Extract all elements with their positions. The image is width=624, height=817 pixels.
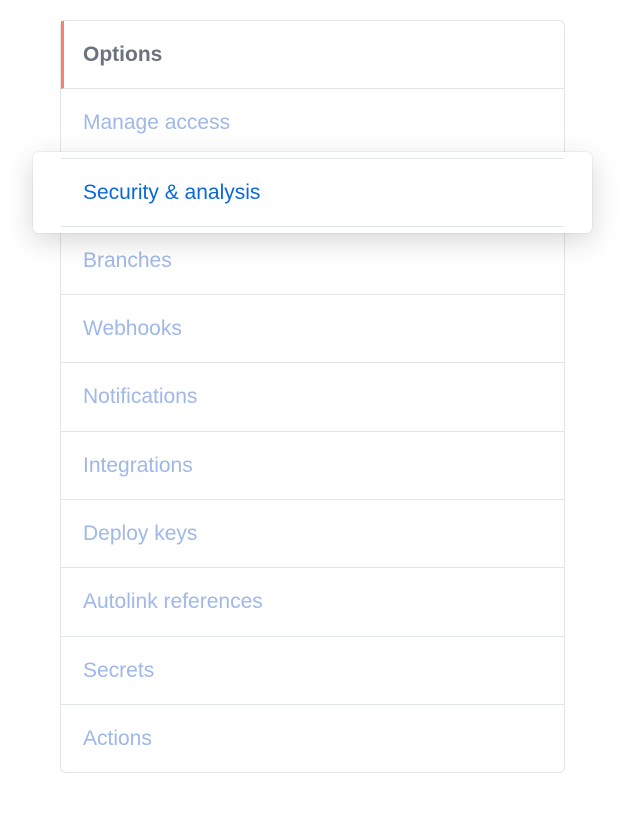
sidebar-item-manage-access[interactable]: Manage access	[61, 89, 564, 157]
sidebar-item-label: Manage access	[83, 111, 230, 134]
sidebar-item-label: Branches	[83, 249, 172, 272]
sidebar-item-security-analysis[interactable]: Security & analysis	[61, 158, 564, 227]
sidebar-item-label: Deploy keys	[83, 522, 197, 545]
sidebar-item-label: Actions	[83, 727, 152, 750]
sidebar-item-label: Autolink references	[83, 590, 263, 613]
sidebar-item-deploy-keys[interactable]: Deploy keys	[61, 500, 564, 568]
sidebar-item-label: Webhooks	[83, 317, 182, 340]
sidebar-item-actions[interactable]: Actions	[61, 705, 564, 772]
sidebar-item-notifications[interactable]: Notifications	[61, 363, 564, 431]
sidebar-item-secrets[interactable]: Secrets	[61, 637, 564, 705]
sidebar-item-label: Integrations	[83, 454, 193, 477]
sidebar-item-highlight: Security & analysis	[61, 158, 564, 227]
sidebar-item-autolink-references[interactable]: Autolink references	[61, 568, 564, 636]
sidebar-item-webhooks[interactable]: Webhooks	[61, 295, 564, 363]
sidebar-header-options: Options	[61, 21, 564, 89]
sidebar-item-label: Notifications	[83, 385, 197, 408]
sidebar-header-label: Options	[83, 43, 162, 66]
sidebar-item-label: Security & analysis	[83, 181, 260, 204]
sidebar-item-label: Secrets	[83, 659, 154, 682]
sidebar-item-integrations[interactable]: Integrations	[61, 432, 564, 500]
sidebar-item-branches[interactable]: Branches	[61, 227, 564, 295]
settings-sidebar: Options Manage access Security & analysi…	[60, 20, 565, 773]
